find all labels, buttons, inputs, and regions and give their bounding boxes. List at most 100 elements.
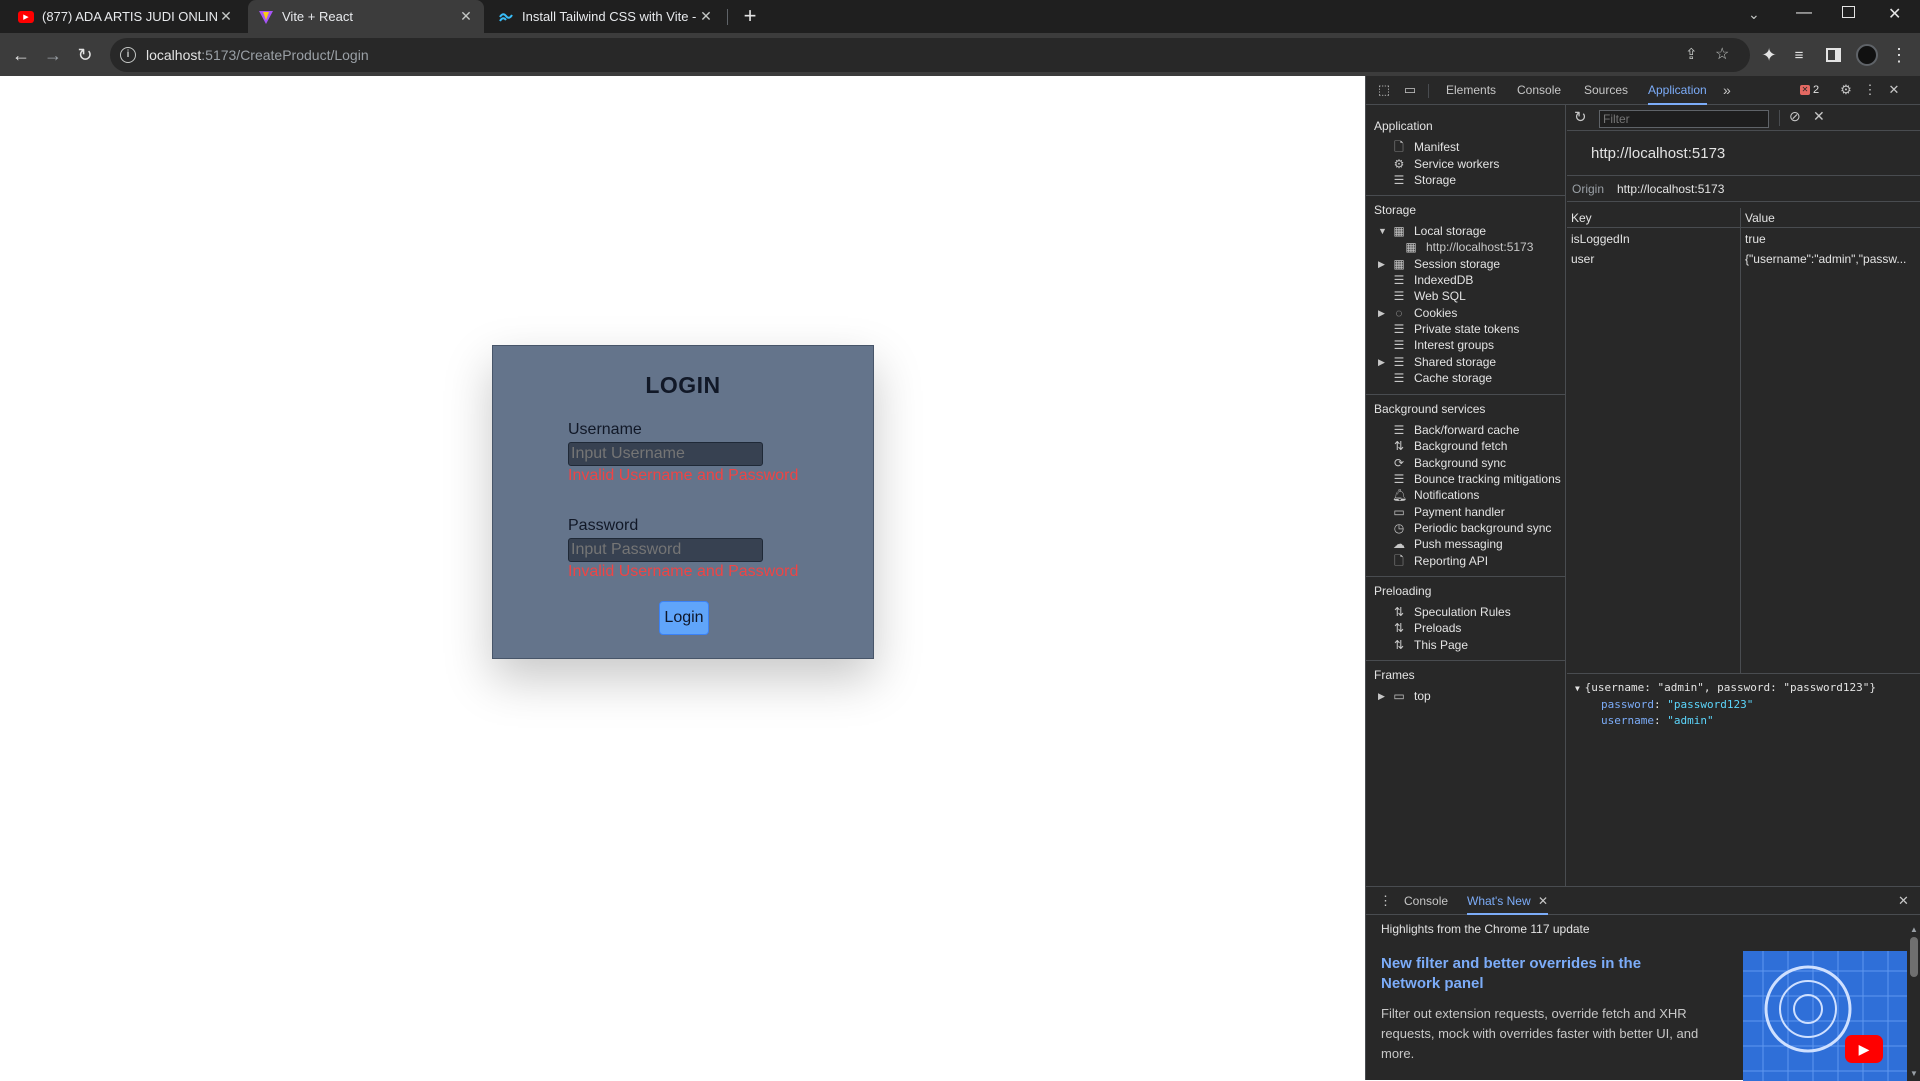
tab-search-chevron-icon[interactable]: ⌄ — [1748, 6, 1760, 23]
collapsed-triangle-icon[interactable]: ▶ — [1378, 255, 1385, 273]
forward-arrow-icon[interactable]: → — [40, 42, 66, 68]
more-tabs-chevron-icon[interactable]: » — [1723, 76, 1731, 105]
tab-sources[interactable]: Sources — [1584, 76, 1628, 105]
login-title: LOGIN — [645, 372, 721, 398]
restore-icon[interactable] — [1842, 6, 1855, 18]
devtools-tabbar: ⬚ ▭ Elements Console Sources Application… — [1366, 76, 1920, 105]
sidebar-item-label: This Page — [1414, 638, 1469, 652]
scrollbar-thumb[interactable] — [1910, 937, 1918, 977]
collapsed-triangle-icon[interactable]: ▶ — [1378, 353, 1385, 371]
sidebar-item-notifications[interactable]: 🔔︎ Notifications — [1392, 486, 1479, 504]
sidebar-item-preloads[interactable]: ⇅ Preloads — [1392, 619, 1461, 637]
toolbar-divider — [1428, 84, 1429, 98]
delete-selected-icon[interactable]: ✕ — [1813, 108, 1825, 125]
tab-tailwind[interactable]: Install Tailwind CSS with Vite - Ta ✕ — [488, 0, 724, 33]
expanded-triangle-icon[interactable]: ▼ — [1378, 222, 1387, 240]
media-queue-icon[interactable]: ≡ — [1786, 42, 1812, 68]
sidebar-item-this-page[interactable]: ⇅ This Page — [1392, 636, 1468, 654]
sidebar-item-web-sql[interactable]: ☰ Web SQL — [1392, 287, 1466, 305]
minimize-icon[interactable]: — — [1796, 4, 1812, 22]
column-header-value[interactable]: Value — [1745, 208, 1775, 228]
table-row-value[interactable]: true — [1745, 229, 1917, 249]
drawer-tab-console[interactable]: Console — [1404, 894, 1448, 908]
database-icon: ☰ — [1393, 355, 1405, 369]
site-info-icon[interactable]: i — [120, 47, 136, 63]
preview-prop: username: "admin" — [1601, 714, 1714, 727]
reload-icon[interactable]: ↻ — [72, 42, 98, 68]
password-input[interactable] — [568, 538, 763, 562]
new-tab-button[interactable]: + — [738, 4, 762, 28]
sidebar-item-reporting-api[interactable]: 🗋 Reporting API — [1392, 552, 1488, 570]
close-drawer-icon[interactable]: ✕ — [1898, 893, 1909, 909]
sidebar-item-interest-groups[interactable]: ☰ Interest groups — [1392, 336, 1494, 354]
youtube-play-icon[interactable]: ▶ — [1845, 1035, 1883, 1063]
sidebar-item-cache-storage[interactable]: ☰ Cache storage — [1392, 369, 1492, 387]
username-input[interactable] — [568, 442, 763, 466]
tab-vite-react[interactable]: Vite + React ✕ — [248, 0, 484, 33]
menu-kebab-icon[interactable]: ⋮ — [1886, 42, 1912, 68]
up-down-arrows-icon: ⇅ — [1393, 621, 1405, 635]
side-panel-icon[interactable] — [1826, 48, 1841, 62]
sidebar-item-background-fetch[interactable]: ⇅ Background fetch — [1392, 437, 1507, 455]
share-icon[interactable]: ⇪ — [1685, 45, 1698, 63]
collapsed-triangle-icon[interactable]: ▶ — [1378, 304, 1385, 322]
extensions-puzzle-icon[interactable]: ✦ — [1756, 42, 1782, 68]
table-row-value[interactable]: {"username":"admin","passw... — [1745, 249, 1917, 269]
thumbnail-graphic — [1743, 951, 1908, 1081]
url-host: localhost — [146, 47, 202, 63]
close-tab-icon[interactable]: ✕ — [458, 8, 474, 25]
profile-avatar[interactable] — [1856, 44, 1878, 66]
device-toolbar-icon[interactable]: ▭ — [1402, 82, 1418, 98]
login-button[interactable]: Login — [659, 601, 709, 635]
tab-console[interactable]: Console — [1517, 76, 1561, 105]
inspect-element-icon[interactable]: ⬚ — [1376, 82, 1392, 98]
clear-all-icon[interactable]: ⊘ — [1789, 108, 1801, 125]
sidebar-item-manifest[interactable]: 🗋 Manifest — [1392, 138, 1459, 156]
video-thumbnail[interactable]: ▶ — [1743, 951, 1908, 1081]
expanded-triangle-icon[interactable]: ▼ — [1575, 684, 1585, 693]
scroll-up-icon[interactable]: ▲ — [1910, 925, 1918, 934]
table-icon: ▦ — [1405, 240, 1417, 254]
close-tab-icon[interactable]: ✕ — [218, 8, 234, 25]
up-down-arrows-icon: ⇅ — [1393, 605, 1405, 619]
preview-summary-row[interactable]: ▼ {username: "admin", password: "passwor… — [1575, 681, 1876, 694]
drawer-scrollbar[interactable]: ▲ ▼ — [1907, 925, 1920, 1081]
tab-youtube[interactable]: ▶ (877) ADA ARTIS JUDI ONLINE J ✕ — [8, 0, 244, 33]
sidebar-item-localhost-origin[interactable]: ▦ http://localhost:5173 — [1404, 238, 1533, 256]
origin-row: Origin http://localhost:5173 — [1567, 175, 1920, 202]
error-counter[interactable]: ✕ 2 — [1800, 84, 1819, 96]
drawer-menu-kebab-icon[interactable]: ⋮ — [1379, 893, 1392, 909]
close-tab-icon[interactable]: ✕ — [1538, 894, 1548, 908]
address-bar[interactable]: i localhost:5173/CreateProduct/Login ⇪ ☆ — [110, 38, 1750, 72]
card-icon: ▭ — [1393, 505, 1405, 519]
sidebar-item-push-messaging[interactable]: ☁ Push messaging — [1392, 535, 1503, 553]
sidebar-divider — [1366, 394, 1565, 395]
sidebar-item-label: Cache storage — [1414, 371, 1493, 385]
devtools-menu-kebab-icon[interactable]: ⋮ — [1862, 82, 1878, 98]
drawer-tab-whats-new[interactable]: What's New ✕ — [1467, 887, 1549, 915]
sidebar-item-label: top — [1414, 689, 1431, 703]
database-icon: ☰ — [1393, 472, 1405, 486]
filter-input[interactable] — [1599, 110, 1769, 128]
card-title-link[interactable]: New filter and better overrides in the N… — [1381, 954, 1681, 994]
back-arrow-icon[interactable]: ← — [8, 42, 34, 68]
table-row-key[interactable]: isLoggedIn — [1571, 229, 1736, 249]
close-devtools-icon[interactable]: ✕ — [1886, 82, 1902, 98]
sidebar-item-frame-top[interactable]: ▶ ▭ top — [1378, 687, 1431, 705]
window-close-icon[interactable]: ✕ — [1888, 4, 1901, 24]
table-row-key[interactable]: user — [1571, 249, 1736, 269]
highlights-heading: Highlights from the Chrome 117 update — [1381, 922, 1590, 936]
refresh-icon[interactable]: ↻ — [1574, 108, 1587, 126]
close-tab-icon[interactable]: ✕ — [698, 8, 714, 25]
tab-elements[interactable]: Elements — [1446, 76, 1496, 105]
tab-application[interactable]: Application — [1648, 76, 1707, 105]
section-storage: Storage — [1374, 203, 1417, 217]
sidebar-item-storage[interactable]: ☰ Storage — [1392, 171, 1456, 189]
column-header-key[interactable]: Key — [1571, 208, 1592, 228]
bookmark-star-icon[interactable]: ☆ — [1715, 44, 1729, 64]
scroll-down-icon[interactable]: ▼ — [1910, 1069, 1918, 1078]
settings-gear-icon[interactable]: ⚙ — [1838, 82, 1854, 98]
clock-icon: ◷ — [1393, 521, 1405, 535]
collapsed-triangle-icon[interactable]: ▶ — [1378, 687, 1385, 705]
tailwind-icon — [499, 12, 513, 22]
